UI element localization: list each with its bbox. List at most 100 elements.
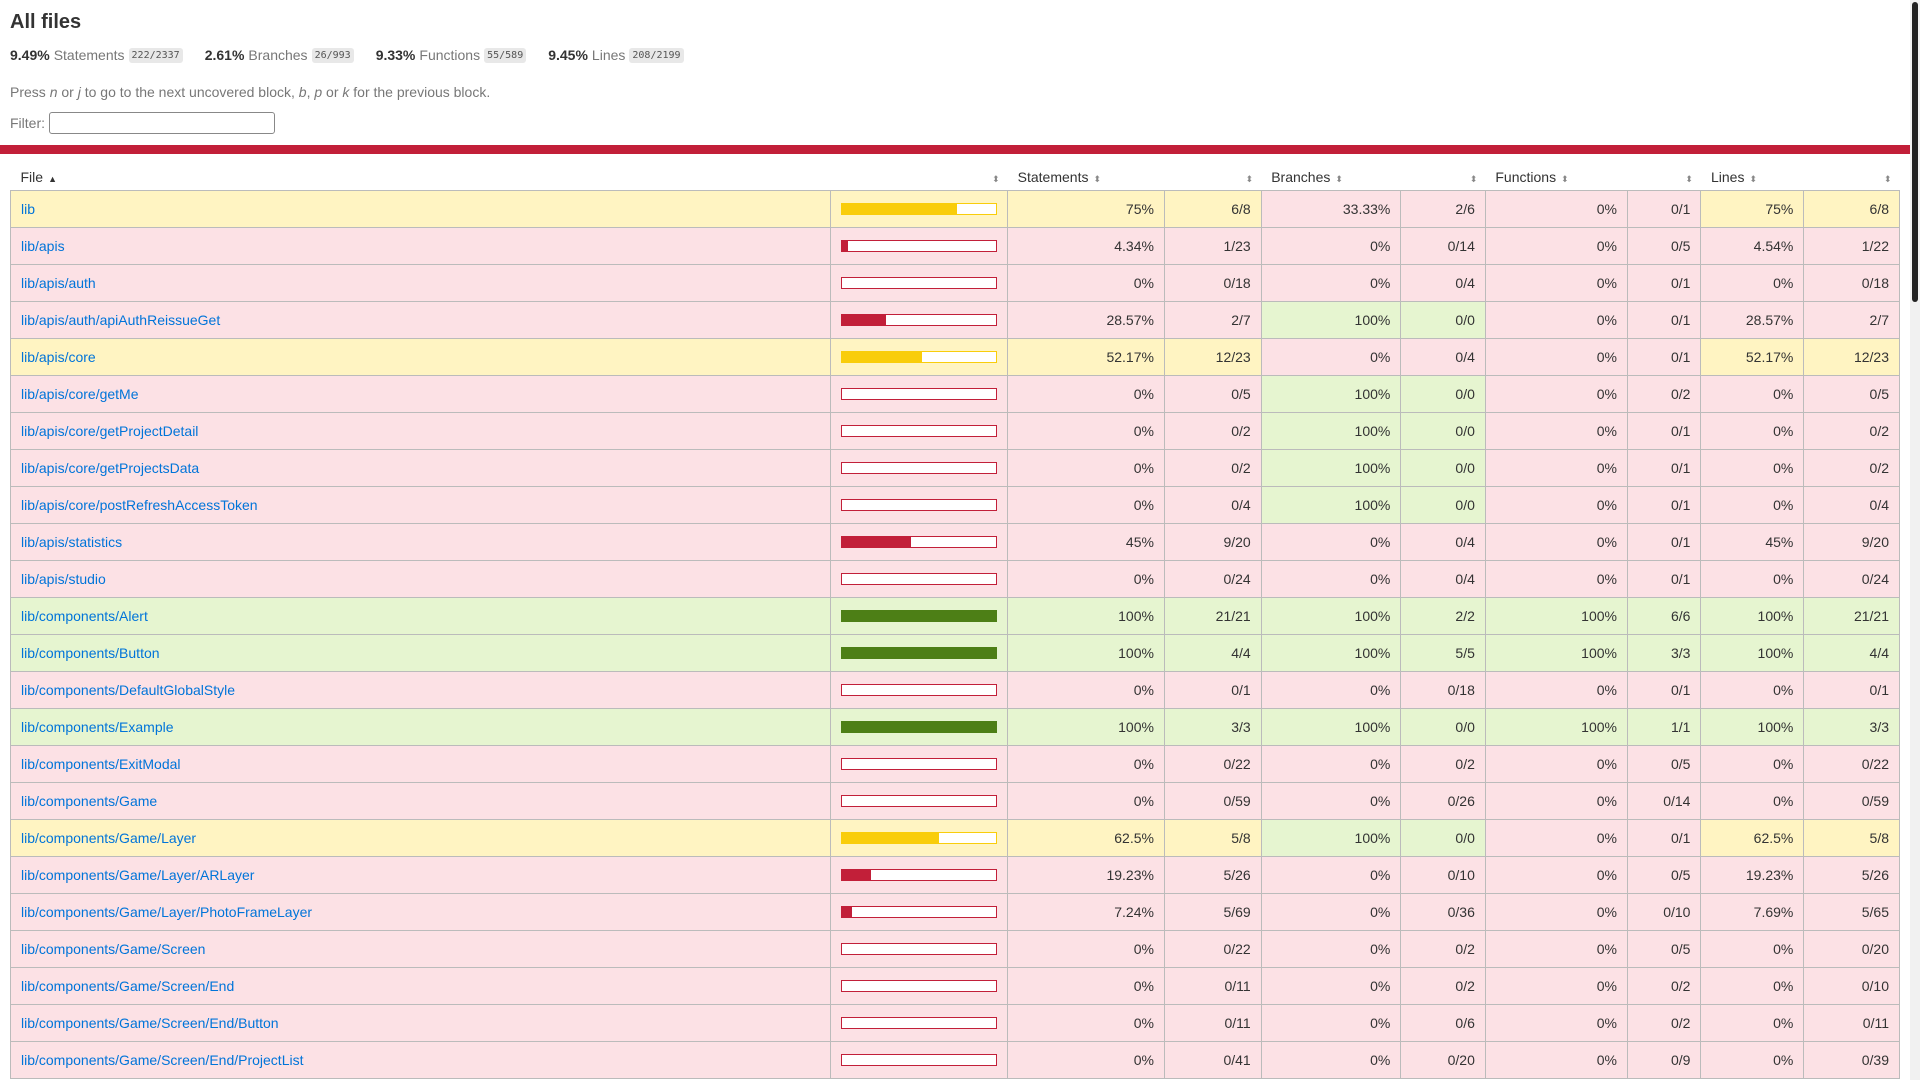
branches-fraction: 0/6 [1400, 1004, 1486, 1042]
functions-fraction: 1/1 [1626, 708, 1702, 746]
lines-fraction: 5/26 [1803, 856, 1900, 894]
statements-fraction: 12/23 [1163, 338, 1262, 376]
table-row: lib/components/Game/Layer 62.5% 5/8 100% 0/0… [10, 819, 1900, 857]
functions-pct: 0% [1484, 523, 1628, 561]
file-link[interactable]: lib/components/Game/Screen [21, 941, 205, 957]
file-link[interactable]: lib/components/Game/Layer [21, 830, 196, 846]
file-link[interactable]: lib/apis/core/getProjectDetail [21, 423, 198, 439]
column-header-statements-raw[interactable]: ⬍ [1164, 164, 1262, 191]
file-link[interactable]: lib/components/ExitModal [21, 756, 181, 772]
coverage-bar-cell [829, 597, 1009, 635]
branches-pct: 0% [1260, 930, 1402, 968]
coverage-bar [840, 499, 997, 511]
branches-pct: 0% [1260, 967, 1402, 1005]
statements-fraction: 0/59 [1163, 782, 1262, 820]
file-link[interactable]: lib/apis/studio [21, 571, 106, 587]
statements-fraction: 0/22 [1163, 930, 1262, 968]
branches-fraction: 0/10 [1400, 856, 1486, 894]
file-link[interactable]: lib/components/Game/Screen/End [21, 978, 234, 994]
branches-pct: 100% [1260, 597, 1402, 635]
file-link[interactable]: lib/components/Game [21, 793, 157, 809]
lines-pct: 100% [1700, 597, 1805, 635]
file-link[interactable]: lib/apis/auth/apiAuthReissueGet [21, 312, 220, 328]
lines-fraction: 0/18 [1803, 264, 1900, 302]
branches-pct: 0% [1260, 227, 1402, 265]
statements-pct: 4.34% [1007, 227, 1165, 265]
file-link[interactable]: lib/components/Button [21, 645, 160, 661]
file-cell: lib/components/ExitModal [10, 745, 831, 783]
statements-pct: 75% [1007, 190, 1165, 228]
coverage-bar-cell [829, 338, 1009, 376]
lines-pct: 75% [1700, 190, 1805, 228]
column-header-statements[interactable]: Statements ⬍ [1007, 164, 1165, 191]
coverage-bar [840, 203, 997, 215]
branches-fraction: 0/0 [1400, 301, 1486, 339]
file-link[interactable]: lib/components/Example [21, 719, 174, 735]
functions-fraction: 0/9 [1626, 1041, 1702, 1079]
summary-label: Functions [419, 47, 481, 63]
statements-pct: 0% [1007, 449, 1165, 487]
statements-fraction: 0/18 [1163, 264, 1262, 302]
lines-pct: 0% [1700, 449, 1805, 487]
summary-label: Lines [591, 47, 626, 63]
vertical-scrollbar[interactable] [1910, 0, 1920, 1080]
column-header-functions[interactable]: Functions ⬍ [1485, 164, 1628, 191]
file-link[interactable]: lib/components/Game/Screen/End/ProjectLi… [21, 1052, 303, 1068]
file-cell: lib/components/Game [10, 782, 831, 820]
coverage-bar [840, 573, 997, 585]
functions-fraction: 0/1 [1626, 486, 1702, 524]
branches-pct: 0% [1260, 893, 1402, 931]
coverage-bar-fill [841, 870, 871, 880]
functions-fraction: 0/5 [1626, 856, 1702, 894]
keyboard-hint: Press n or j to go to the next uncovered… [10, 84, 1910, 100]
branches-fraction: 0/0 [1400, 708, 1486, 746]
file-link[interactable]: lib/apis [21, 238, 65, 254]
column-header-branches[interactable]: Branches ⬍ [1261, 164, 1401, 191]
filter-row: Filter: [10, 112, 1910, 134]
column-header-chart[interactable]: ⬍ [830, 164, 1008, 191]
file-link[interactable]: lib/components/Game/Layer/PhotoFrameLaye… [21, 904, 312, 920]
column-header-functions-raw[interactable]: ⬍ [1627, 164, 1701, 191]
file-cell: lib/components/Alert [10, 597, 831, 635]
column-header-file[interactable]: File ▲ [10, 164, 831, 191]
file-cell: lib/components/Game/Screen [10, 930, 831, 968]
table-row: lib/apis/core 52.17% 12/23 0% 0/4 0% 0/1 52.17%… [10, 338, 1900, 376]
lines-pct: 62.5% [1700, 819, 1805, 857]
statements-pct: 28.57% [1007, 301, 1165, 339]
file-cell: lib/components/Game/Layer/PhotoFrameLaye… [10, 893, 831, 931]
file-link[interactable]: lib/components/DefaultGlobalStyle [21, 682, 235, 698]
branches-pct: 0% [1260, 338, 1402, 376]
coverage-bar [840, 906, 997, 918]
file-link[interactable]: lib/apis/statistics [21, 534, 122, 550]
lines-fraction: 0/2 [1803, 412, 1900, 450]
file-link[interactable]: lib/components/Game/Screen/End/Button [21, 1015, 279, 1031]
statements-pct: 100% [1007, 597, 1165, 635]
file-link[interactable]: lib/apis/core/getProjectsData [21, 460, 199, 476]
lines-pct: 28.57% [1700, 301, 1805, 339]
summary-label: Branches [248, 47, 308, 63]
lines-fraction: 6/8 [1803, 190, 1900, 228]
file-link[interactable]: lib/apis/core/postRefreshAccessToken [21, 497, 258, 513]
file-link[interactable]: lib [21, 201, 35, 217]
branches-fraction: 0/4 [1400, 338, 1486, 376]
scrollbar-thumb[interactable] [1912, 2, 1918, 302]
file-link[interactable]: lib/apis/core [21, 349, 96, 365]
column-header-lines-raw[interactable]: ⬍ [1803, 164, 1900, 191]
coverage-bar-fill [841, 907, 853, 917]
file-link[interactable]: lib/components/Alert [21, 608, 148, 624]
statements-pct: 45% [1007, 523, 1165, 561]
page-title: All files [10, 11, 82, 33]
coverage-bar-fill [841, 537, 911, 547]
file-link[interactable]: lib/apis/auth [21, 275, 96, 291]
column-header-branches-raw[interactable]: ⬍ [1400, 164, 1486, 191]
file-link[interactable]: lib/components/Game/Layer/ARLayer [21, 867, 254, 883]
functions-fraction: 0/2 [1626, 967, 1702, 1005]
coverage-bar [840, 277, 997, 289]
column-header-lines[interactable]: Lines ⬍ [1700, 164, 1804, 191]
table-row: lib/apis/auth 0% 0/18 0% 0/4 0% 0/1 0% 0/18 [10, 264, 1900, 302]
coverage-bar-fill [841, 833, 939, 843]
coverage-bar-cell [829, 1004, 1009, 1042]
file-link[interactable]: lib/apis/core/getMe [21, 386, 139, 402]
file-cell: lib/apis/auth [10, 264, 831, 302]
filter-input[interactable] [49, 112, 275, 134]
